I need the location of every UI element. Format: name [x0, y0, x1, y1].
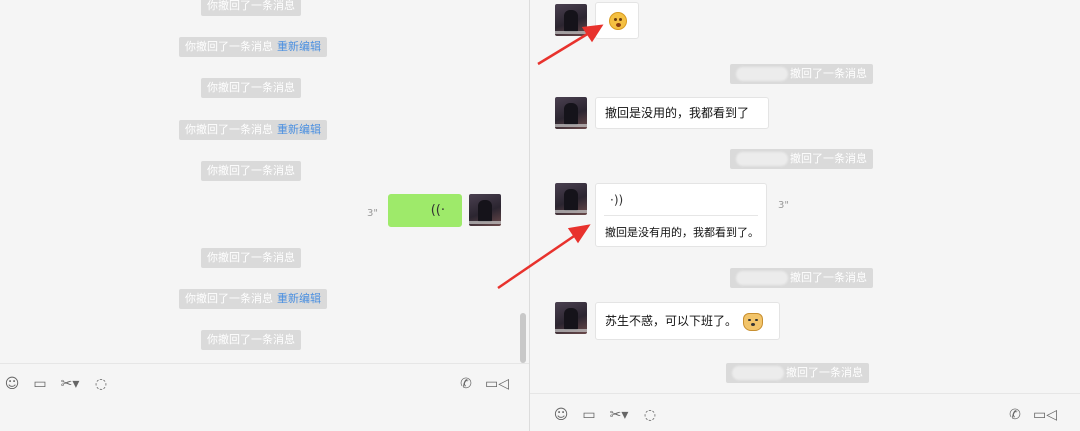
scissors-icon[interactable]: ✂▾ [608, 406, 630, 424]
recall-notice: 撤回了一条消息 [726, 363, 869, 383]
left-chat-pane: 你撤回了一条消息 你撤回了一条消息 重新编辑 你撤回了一条消息 你撤回了一条消息重… [0, 0, 529, 431]
right-chat-pane: 撤回了一条消息 撤回是没用的，我都看到了 撤回了一条消息 ·)) 撤回是没有用的… [530, 0, 1080, 431]
reedit-link[interactable]: 重新编辑 [277, 40, 321, 53]
phone-icon[interactable]: ✆ [1006, 406, 1024, 424]
emoji-message-bubble[interactable] [595, 2, 639, 39]
recall-notice: 你撤回了一条消息 [201, 248, 301, 268]
recall-notice: 你撤回了一条消息 重新编辑 [179, 120, 327, 140]
recall-notice: 你撤回了一条消息 [201, 161, 301, 181]
voice-transcript: 撤回是没有用的，我都看到了。 [605, 226, 759, 239]
emoji-icon[interactable]: ☺ [3, 375, 21, 393]
chat-history-icon[interactable]: ◌ [641, 406, 659, 424]
voice-duration: 3" [778, 200, 789, 211]
scissors-icon[interactable]: ✂▾ [59, 375, 81, 393]
recall-notice: 撤回了一条消息 [730, 268, 873, 288]
avatar[interactable] [555, 4, 587, 36]
folder-icon[interactable]: ▭ [31, 375, 49, 393]
recall-notice: 撤回了一条消息 [730, 149, 873, 169]
folder-icon[interactable]: ▭ [580, 406, 598, 424]
avatar[interactable] [555, 183, 587, 215]
voice-message-bubble[interactable]: ·)) 撤回是没有用的，我都看到了。 [595, 183, 767, 247]
voice-wave-icon: ·)) [610, 193, 624, 207]
reedit-link[interactable]: 重新编辑 [277, 123, 321, 136]
phone-icon[interactable]: ✆ [457, 375, 475, 393]
recall-notice: 你撤回了一条消息 [201, 0, 301, 16]
video-call-icon[interactable]: ▭◁ [485, 375, 509, 393]
voice-duration: 3" [367, 208, 378, 219]
avatar[interactable] [555, 302, 587, 334]
scrollbar[interactable] [520, 313, 526, 363]
text-message-bubble[interactable]: 苏生不惑，可以下班了。 [595, 302, 780, 340]
recall-notice: 撤回了一条消息 [730, 64, 873, 84]
avatar[interactable] [469, 194, 501, 226]
video-call-icon[interactable]: ▭◁ [1033, 406, 1057, 424]
text-message-bubble[interactable]: 撤回是没用的，我都看到了 [595, 97, 769, 129]
avatar[interactable] [555, 97, 587, 129]
divider [604, 215, 758, 216]
input-toolbar: ☺ ▭ ✂▾ ◌ ✆ ▭◁ [0, 363, 529, 431]
doge-emoji-icon [742, 312, 763, 331]
reedit-link[interactable]: 重新编辑 [277, 292, 321, 305]
recall-notice: 你撤回了一条消息 重新编辑 [179, 289, 327, 309]
surprised-emoji-icon [609, 12, 627, 30]
recall-notice: 你撤回了一条消息 重新编辑 [179, 37, 327, 57]
emoji-icon[interactable]: ☺ [552, 406, 570, 424]
chat-history-icon[interactable]: ◌ [92, 375, 110, 393]
voice-wave-icon: ((· [430, 203, 445, 218]
input-toolbar: ☺ ▭ ✂▾ ◌ ✆ ▭◁ [530, 393, 1080, 431]
recall-notice: 你撤回了一条消息 [201, 330, 301, 350]
recall-notice: 你撤回了一条消息 [201, 78, 301, 98]
voice-message-bubble[interactable]: ((· [388, 194, 462, 227]
